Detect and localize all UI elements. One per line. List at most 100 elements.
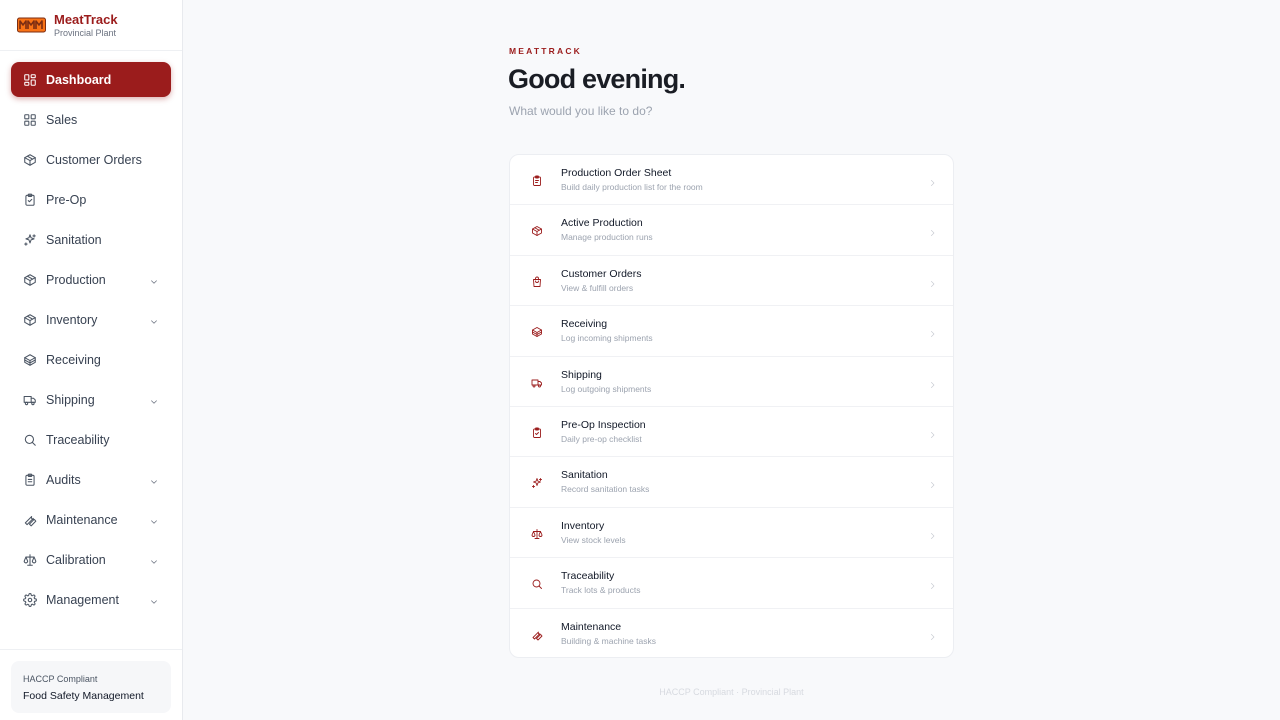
scale-icon [22,552,37,567]
scale-icon [531,527,543,539]
action-row-inventory[interactable]: Inventory View stock levels [510,508,953,559]
eyebrow: MEATTRACK [509,46,582,56]
action-row-sanitation[interactable]: Sanitation Record sanitation tasks [510,457,953,508]
action-title: Inventory [561,519,605,532]
action-row-shipping[interactable]: Shipping Log outgoing shipments [510,357,953,407]
chevron-down-icon[interactable] [149,314,159,324]
chevron-right-icon [928,377,937,387]
chevron-right-icon [928,175,937,185]
sidebar-item-audits[interactable]: Audits [11,462,171,497]
search-icon [22,432,37,447]
action-title: Pre-Op Inspection [561,418,646,431]
sidebar-item-label: Calibration [46,552,106,567]
sidebar-item-label: Customer Orders [46,152,142,167]
divider [0,649,182,650]
brand-name: MeatTrack [54,11,118,27]
action-title: Receiving [561,318,608,331]
sidebar-item-dashboard[interactable]: Dashboard [11,62,171,97]
sidebar-item-maintenance[interactable]: Maintenance [11,502,171,537]
box-icon [531,224,543,236]
action-text: Traceability Track lots & products [561,570,641,596]
sidebar-item-label: Traceability [46,432,110,447]
action-text: Customer Orders View & fulfill orders [561,268,642,294]
sidebar-item-traceability[interactable]: Traceability [11,422,171,457]
sparkles-icon [531,476,543,488]
action-text: Sanitation Record sanitation tasks [561,469,649,495]
clipboard-icon [22,472,37,487]
compliance-label: HACCP Compliant [23,674,98,684]
chevron-right-icon [928,477,937,487]
sidebar-nav: Dashboard Sales Customer Orders Pre-Op Sanit… [11,62,171,622]
box-icon [22,312,37,327]
sidebar: MeatTrack Provincial Plant Dashboard Sale… [0,0,183,720]
chevron-right-icon [928,427,937,437]
sidebar-item-receiving[interactable]: Receiving [11,342,171,377]
sidebar-item-label: Sanitation [46,232,102,247]
chevron-right-icon [928,225,937,235]
action-text: Shipping Log outgoing shipments [561,369,651,395]
chevron-down-icon[interactable] [149,474,159,484]
sidebar-item-label: Sales [46,112,78,127]
gear-icon [22,592,37,607]
action-text: Active Production Manage production runs [561,217,653,243]
sidebar-item-label: Receiving [46,352,101,367]
sidebar-item-label: Production [46,272,106,287]
chevron-down-icon[interactable] [149,594,159,604]
sidebar-item-inventory[interactable]: Inventory [11,302,171,337]
sidebar-item-label: Audits [46,472,81,487]
page-footer: HACCP Compliant · Provincial Plant [659,687,804,697]
box-icon [22,272,37,287]
sidebar-item-pre-op[interactable]: Pre-Op [11,182,171,217]
action-description: Log incoming shipments [561,333,653,344]
action-title: Sanitation [561,469,608,482]
chevron-right-icon [928,528,937,538]
sidebar-item-shipping[interactable]: Shipping [11,382,171,417]
action-row-maintenance[interactable]: Maintenance Building & machine tasks [510,609,953,657]
chevron-down-icon[interactable] [149,394,159,404]
action-title: Customer Orders [561,267,642,280]
package-icon [22,352,37,367]
action-title: Traceability [561,570,615,583]
action-description: View & fulfill orders [561,282,634,293]
chevron-down-icon[interactable] [149,274,159,284]
action-row-production-order-sheet[interactable]: Production Order Sheet Build daily produc… [510,155,953,206]
sidebar-item-customer-orders[interactable]: Customer Orders [11,142,171,177]
page-subtitle: What would you like to do? [509,104,653,118]
truck-icon [531,376,543,388]
action-text: Pre-Op Inspection Daily pre-op checklist [561,419,646,445]
sidebar-item-label: Shipping [46,392,95,407]
action-row-receiving[interactable]: Receiving Log incoming shipments [510,306,953,357]
sidebar-item-management[interactable]: Management [11,582,171,617]
brand-header[interactable]: MeatTrack Provincial Plant [0,0,182,51]
action-row-traceability[interactable]: Traceability Track lots & products [510,558,953,609]
action-text: Inventory View stock levels [561,520,626,546]
action-title: Active Production [561,217,643,230]
sidebar-item-label: Inventory [46,312,98,327]
wrench-icon [531,628,543,640]
clipboard-list-icon [531,174,543,186]
quick-actions-list: Production Order Sheet Build daily produc… [509,154,954,658]
action-row-customer-orders[interactable]: Customer Orders View & fulfill orders [510,256,953,307]
sidebar-item-sales[interactable]: Sales [11,102,171,137]
action-title: Maintenance [561,620,622,633]
chevron-right-icon [928,326,937,336]
truck-icon [22,392,37,407]
action-description: Log outgoing shipments [561,383,652,394]
sidebar-item-sanitation[interactable]: Sanitation [11,222,171,257]
grid-icon [22,112,37,127]
action-row-active-production[interactable]: Active Production Manage production runs [510,205,953,256]
chevron-down-icon[interactable] [149,514,159,524]
sidebar-item-production[interactable]: Production [11,262,171,297]
sparkles-icon [22,232,37,247]
action-row-pre-op-inspection[interactable]: Pre-Op Inspection Daily pre-op checklist [510,407,953,458]
action-description: Daily pre-op checklist [561,433,642,444]
sidebar-item-label: Dashboard [46,72,112,87]
clipboard-check-icon [22,192,37,207]
dashboard-icon [22,72,37,87]
sidebar-item-calibration[interactable]: Calibration [11,542,171,577]
chevron-down-icon[interactable] [149,554,159,564]
action-text: Production Order Sheet Build daily produc… [561,167,703,193]
action-title: Production Order Sheet [561,167,672,179]
sidebar-item-label: Maintenance [46,512,118,527]
page-title: Good evening. [508,64,686,94]
